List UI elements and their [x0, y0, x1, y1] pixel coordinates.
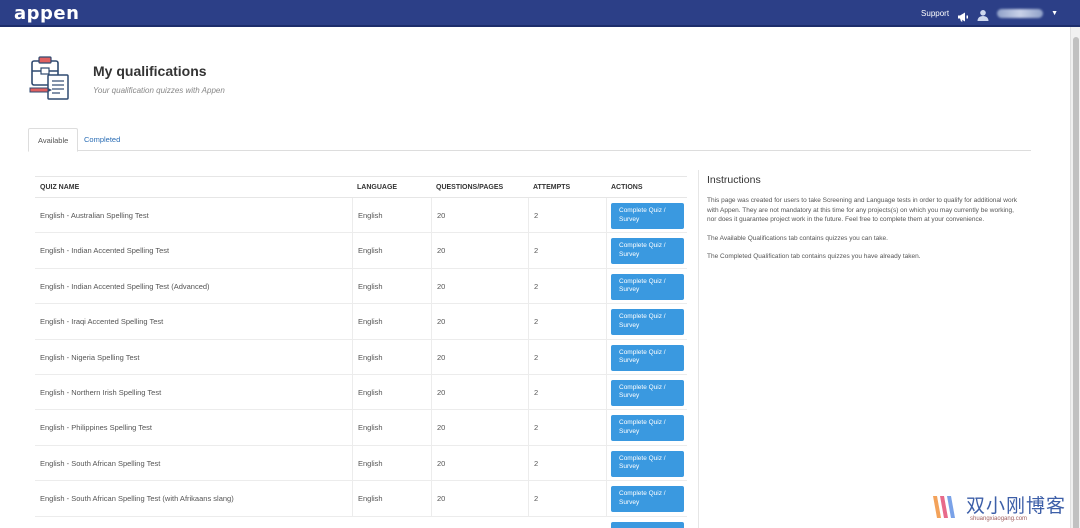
quiz-name-cell: English - South African Spelling Test [40, 458, 161, 468]
complete-quiz-button[interactable]: Complete Quiz / Survey [611, 486, 684, 513]
navbar-right: Support ▼ [921, 0, 1058, 27]
quiz-name-cell: English - Nigeria Spelling Test [40, 352, 140, 362]
attempts-cell: 2 [528, 445, 606, 482]
table-row: English - Indian Accented Spelling Test … [35, 268, 687, 305]
quiz-name-cell: English - Indian Accented Spelling Test … [40, 281, 210, 291]
blog-watermark: 双小刚博客 shuangxiaogang.com [930, 488, 1070, 526]
questions-cell: 20 [431, 374, 528, 411]
page-scrollbar[interactable] [1070, 27, 1080, 528]
watermark-text: 双小刚博客 [966, 495, 1067, 517]
table-row: English - Philippines Spelling Test Engli… [35, 410, 687, 446]
language-cell: English [352, 304, 431, 340]
table-row: English - South African Spelling Test (w… [35, 481, 687, 517]
appen-logo[interactable]: appen [14, 3, 79, 24]
quiz-name-cell: English - Iraqi Accented Spelling Test [40, 317, 164, 327]
support-link[interactable]: Support [921, 9, 949, 18]
megaphone-icon[interactable] [957, 9, 969, 21]
complete-quiz-button[interactable]: Complete Quiz / Survey [611, 203, 684, 229]
quiz-name-cell: English - Indian Accented Spelling Test [40, 246, 170, 256]
instructions-title: Instructions [707, 174, 761, 186]
table-body: English - Australian Spelling Test Englis… [35, 198, 687, 528]
user-name-redacted[interactable] [997, 9, 1044, 18]
attempts-cell: 2 [528, 304, 606, 340]
language-cell: English [352, 374, 431, 411]
complete-quiz-button[interactable]: Complete Quiz / Survey [611, 415, 684, 442]
table-row: English - Iraqi Accented Spelling Test En… [35, 304, 687, 340]
top-navbar: appen Support ▼ [0, 0, 1080, 27]
language-cell: English [352, 481, 431, 517]
questions-cell: 20 [431, 198, 528, 234]
questions-cell: 20 [431, 445, 528, 482]
quiz-name-cell: English - Philippines Spelling Test [40, 423, 153, 433]
column-header-attempts: ATTEMPTS [533, 184, 571, 191]
table-row: English - South African Spelling Test Eng… [35, 445, 687, 482]
attempts-cell: 2 [528, 374, 606, 411]
column-header-language: LANGUAGE [357, 184, 398, 191]
language-cell: English [352, 445, 431, 482]
instructions-panel: Instructions This page was created for u… [698, 170, 1031, 528]
language-cell: English [352, 233, 431, 269]
table-row: English - Australian Spelling Test Englis… [35, 198, 687, 234]
attempts-cell: 2 [528, 339, 606, 375]
tab-available[interactable]: Available [28, 128, 79, 152]
tab-completed[interactable]: Completed [75, 128, 129, 151]
table-row: English - Indian Accented Spelling Test E… [35, 233, 687, 269]
quiz-name-cell: English - Northern Irish Spelling Test [40, 387, 162, 397]
attempts-cell: 2 [528, 410, 606, 446]
questions-cell: 20 [431, 481, 528, 517]
table-row: English - Nigeria Spelling Test English 20… [35, 339, 687, 375]
attempts-cell: 2 [528, 198, 606, 234]
complete-quiz-button[interactable]: Complete Quiz / Survey [611, 450, 684, 477]
page-title: My qualifications [93, 63, 207, 79]
language-cell: English [352, 268, 431, 305]
qualification-tabs: Available Completed [28, 128, 1031, 152]
watermark-logo-icon [930, 492, 960, 522]
language-cell: English [352, 339, 431, 375]
quiz-name-cell: English - South African Spelling Test (w… [40, 494, 234, 504]
qualification-clipboard-icon [28, 55, 72, 101]
scrollbar-thumb[interactable] [1073, 37, 1079, 528]
page-subtitle: Your qualification quizzes with Appen [93, 86, 225, 95]
questions-cell: 20 [431, 339, 528, 375]
instructions-paragraph: The Completed Qualification tab contains… [707, 253, 921, 260]
complete-quiz-button[interactable]: Complete Quiz / Survey [611, 238, 684, 265]
complete-quiz-button[interactable]: Complete Quiz / Survey [611, 344, 684, 371]
complete-quiz-button[interactable] [611, 521, 684, 528]
language-cell: English [352, 410, 431, 446]
column-header-quiz-name: QUIZ NAME [40, 184, 80, 191]
column-header-questions: QUESTIONS/PAGES [436, 184, 504, 191]
language-cell: English [352, 198, 431, 234]
table-row-partial [35, 517, 687, 528]
questions-cell: 20 [431, 304, 528, 340]
instructions-paragraph: This page was created for users to take … [707, 197, 1018, 223]
complete-quiz-button[interactable]: Complete Quiz / Survey [611, 379, 684, 406]
attempts-cell: 2 [528, 481, 606, 517]
instructions-paragraph: The Available Qualifications tab contain… [707, 234, 888, 242]
user-icon[interactable] [977, 8, 989, 21]
quiz-table: QUIZ NAME LANGUAGE QUESTIONS/PAGES ATTEM… [35, 176, 687, 528]
complete-quiz-button[interactable]: Complete Quiz / Survey [611, 273, 684, 300]
table-header: QUIZ NAME LANGUAGE QUESTIONS/PAGES ATTEM… [35, 176, 687, 198]
complete-quiz-button[interactable]: Complete Quiz / Survey [611, 309, 684, 336]
chevron-down-icon[interactable]: ▼ [1051, 10, 1058, 17]
questions-cell: 20 [431, 410, 528, 446]
attempts-cell: 2 [528, 268, 606, 305]
questions-cell: 20 [431, 233, 528, 269]
quiz-name-cell: English - Australian Spelling Test [40, 211, 149, 220]
table-row: English - Northern Irish Spelling Test En… [35, 374, 687, 411]
column-header-actions: ACTIONS [611, 184, 643, 191]
watermark-subtext: shuangxiaogang.com [970, 516, 1028, 522]
attempts-cell: 2 [528, 233, 606, 269]
questions-cell: 20 [431, 268, 528, 305]
